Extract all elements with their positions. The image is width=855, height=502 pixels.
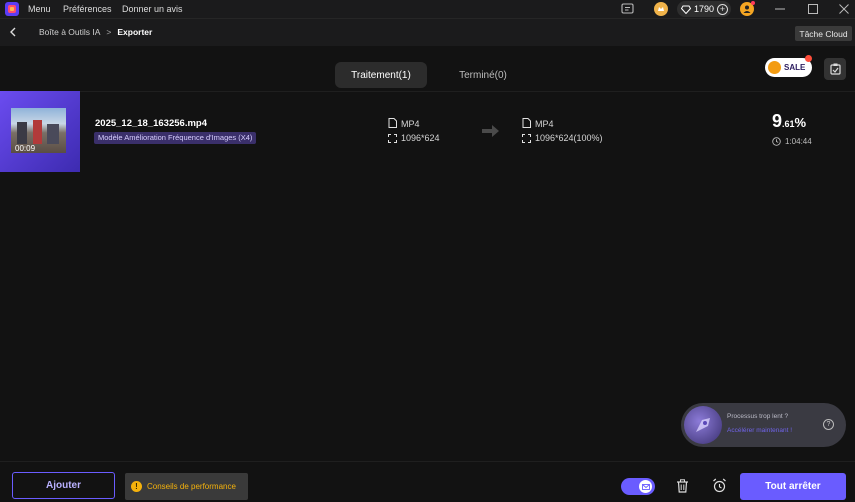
back-arrow-icon[interactable] xyxy=(6,25,20,39)
notification-dot xyxy=(751,1,755,5)
source-resolution: 1096*624 xyxy=(401,133,440,143)
resolution-icon xyxy=(521,133,531,143)
sale-badge-icon xyxy=(768,61,781,74)
menu-item-feedback[interactable]: Donner un avis xyxy=(122,4,183,14)
title-bar: Menu Préférences Donner un avis 1790 + xyxy=(0,0,855,18)
clock-icon xyxy=(772,137,781,146)
email-notify-toggle[interactable] xyxy=(621,478,655,495)
sale-badge-dot xyxy=(805,55,812,62)
points-pill[interactable]: 1790 + xyxy=(677,1,731,17)
target-resolution: 1096*624(100%) xyxy=(535,133,603,143)
speed-up-popup[interactable]: Processus trop lent ? Accélérer maintena… xyxy=(681,403,846,447)
sale-badge-label: SALE xyxy=(784,63,806,72)
plus-circle-icon[interactable]: + xyxy=(717,3,729,15)
breadcrumb-root[interactable]: Boîte à Outils IA xyxy=(39,27,100,37)
close-icon[interactable] xyxy=(836,2,852,16)
message-icon[interactable] xyxy=(621,3,634,15)
resolution-icon xyxy=(387,133,397,143)
tab-processing[interactable]: Traitement(1) xyxy=(335,62,427,88)
email-icon xyxy=(639,480,652,493)
minimize-icon[interactable] xyxy=(772,2,788,16)
model-tag: Modèle Amélioration Fréquence d'Images (… xyxy=(94,132,257,144)
export-panel: Traitement(1) Terminé(0) SALE 00:09 2025… xyxy=(0,46,855,461)
menu-item-menu[interactable]: Menu xyxy=(28,4,51,14)
thumbnail-duration: 00:09 xyxy=(15,144,36,153)
popup-line1: Processus trop lent ? xyxy=(727,413,789,420)
diamond-icon xyxy=(681,4,691,14)
eta: 1:04:44 xyxy=(785,137,812,146)
breadcrumb-current: Exporter xyxy=(117,27,153,37)
arrow-right-icon xyxy=(481,124,501,138)
maximize-icon[interactable] xyxy=(805,2,821,16)
progress-major: 9 xyxy=(772,111,783,131)
breadcrumb-separator: > xyxy=(106,27,112,37)
breadcrumb: Boîte à Outils IA > Exporter xyxy=(39,27,152,37)
add-button[interactable]: Ajouter xyxy=(12,472,115,499)
warning-icon: ! xyxy=(131,481,142,492)
tab-done[interactable]: Terminé(0) xyxy=(437,62,529,88)
breadcrumb-bar: Boîte à Outils IA > Exporter Tâche Cloud xyxy=(0,18,855,46)
performance-tips-button[interactable]: ! Conseils de performance xyxy=(125,473,248,500)
app-logo-icon xyxy=(5,2,19,16)
help-icon[interactable]: ? xyxy=(823,419,834,430)
progress-minor: .61 xyxy=(782,119,795,129)
file-name: 2025_12_18_163256.mp4 xyxy=(95,118,207,129)
menu-item-preferences[interactable]: Préférences xyxy=(63,4,112,14)
target-format: MP4 xyxy=(535,119,554,129)
source-format: MP4 xyxy=(401,119,420,129)
file-icon xyxy=(521,118,531,128)
progress-unit: % xyxy=(794,115,807,130)
points-value: 1790 xyxy=(694,4,715,14)
footer-bar: Ajouter ! Conseils de performance Tout a… xyxy=(0,461,855,502)
performance-tips-label: Conseils de performance xyxy=(147,482,236,491)
task-list-icon[interactable] xyxy=(824,58,846,80)
file-icon xyxy=(387,118,397,128)
progress-percent: 9.61% xyxy=(772,111,806,132)
alarm-clock-icon[interactable] xyxy=(711,477,728,494)
stop-all-button[interactable]: Tout arrêter xyxy=(740,473,846,500)
coin-icon[interactable] xyxy=(654,2,668,16)
rocket-avatar xyxy=(684,406,722,444)
popup-line2[interactable]: Accélérer maintenant ! xyxy=(727,427,792,434)
cloud-task-button[interactable]: Tâche Cloud xyxy=(795,26,852,41)
trash-icon[interactable] xyxy=(674,478,690,494)
task-row: 00:09 2025_12_18_163256.mp4 Modèle Améli… xyxy=(0,91,855,172)
